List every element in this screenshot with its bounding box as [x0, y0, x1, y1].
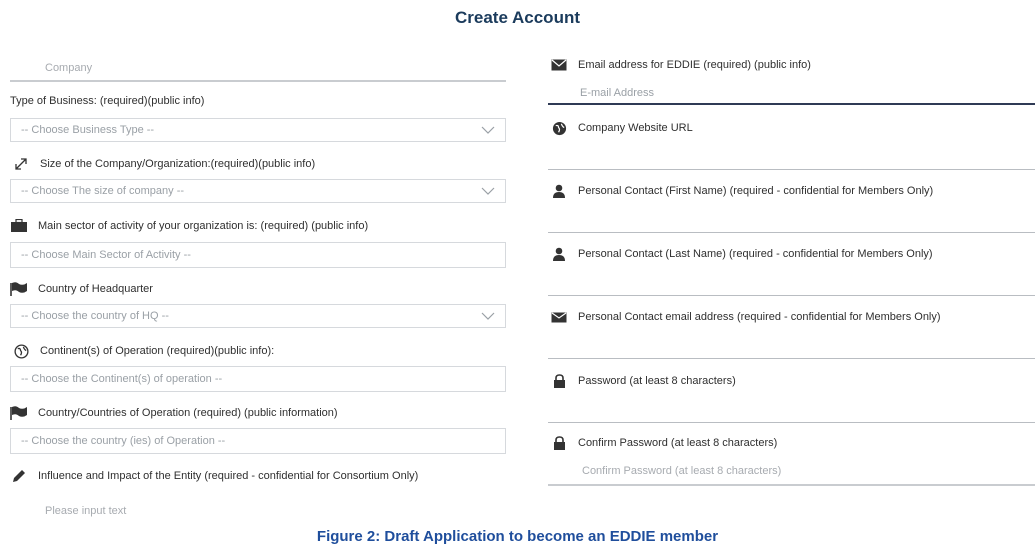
page-title: Create Account: [454, 8, 580, 27]
chevron-down-icon: [481, 187, 495, 195]
main-sector-select[interactable]: -- Choose Main Sector of Activity --: [10, 242, 506, 268]
website-label-text: Company Website URL: [578, 122, 693, 134]
influence-label: Influence and Impact of the Entity (requ…: [10, 468, 418, 484]
hq-country-placeholder: -- Choose the country of HQ --: [21, 310, 169, 322]
lock-icon: [550, 373, 568, 389]
continents-placeholder: -- Choose the Continent(s) of operation …: [21, 373, 223, 385]
hq-country-select[interactable]: -- Choose the country of HQ --: [10, 304, 506, 328]
op-countries-label-text: Country/Countries of Operation (required…: [38, 407, 338, 419]
envelope-icon: [550, 57, 568, 73]
contact-email-input[interactable]: [548, 358, 1035, 359]
flag-icon: [10, 281, 28, 297]
figure-caption: Figure 2: Draft Application to become an…: [316, 528, 719, 545]
main-sector-placeholder: -- Choose Main Sector of Activity --: [21, 249, 191, 261]
globe-icon: [550, 120, 568, 136]
website-input[interactable]: [548, 169, 1035, 170]
lock-icon: [550, 435, 568, 451]
email-input[interactable]: E-mail Address: [548, 82, 1035, 105]
user-icon: [550, 246, 568, 262]
company-size-label: Size of the Company/Organization:(requir…: [12, 156, 315, 172]
main-sector-label-text: Main sector of activity of your organiza…: [38, 220, 369, 232]
continents-label: Continent(s) of Operation (required)(pub…: [12, 343, 274, 359]
influence-label-text: Influence and Impact of the Entity (requ…: [38, 470, 419, 482]
company-size-label-text: Size of the Company/Organization:(requir…: [40, 158, 316, 170]
company-size-placeholder: -- Choose The size of company --: [21, 185, 185, 197]
continents-select[interactable]: -- Choose the Continent(s) of operation …: [10, 366, 506, 392]
flag-icon: [10, 405, 28, 421]
chevron-down-icon: [481, 312, 495, 320]
business-type-label: Type of Business: (required)(public info…: [10, 95, 204, 107]
pencil-icon: [10, 468, 28, 484]
main-sector-label: Main sector of activity of your organiza…: [10, 218, 368, 234]
first-name-input[interactable]: [548, 232, 1035, 233]
password-input[interactable]: [548, 422, 1035, 423]
website-label: Company Website URL: [550, 120, 693, 136]
last-name-label: Personal Contact (Last Name) (required -…: [550, 246, 933, 262]
confirm-password-label: Confirm Password (at least 8 characters): [550, 435, 777, 451]
confirm-password-label-text: Confirm Password (at least 8 characters): [578, 437, 778, 449]
op-countries-label: Country/Countries of Operation (required…: [10, 405, 338, 421]
op-countries-placeholder: -- Choose the country (ies) of Operation…: [21, 435, 226, 447]
first-name-label: Personal Contact (First Name) (required …: [550, 183, 933, 199]
globe-icon: [12, 343, 30, 359]
first-name-label-text: Personal Contact (First Name) (required …: [578, 185, 934, 197]
business-type-placeholder: -- Choose Business Type --: [21, 124, 155, 136]
user-icon: [550, 183, 568, 199]
password-label: Password (at least 8 characters): [550, 373, 736, 389]
influence-input[interactable]: Please input text: [10, 500, 506, 522]
confirm-password-placeholder: Confirm Password (at least 8 characters): [582, 465, 782, 477]
influence-placeholder: Please input text: [45, 505, 127, 517]
confirm-password-input[interactable]: Confirm Password (at least 8 characters): [548, 458, 1035, 486]
envelope-icon: [550, 309, 568, 325]
last-name-input[interactable]: [548, 295, 1035, 296]
email-label: Email address for EDDIE (required) (publ…: [550, 57, 811, 73]
briefcase-icon: [10, 218, 28, 234]
company-placeholder: Company: [45, 62, 93, 74]
hq-country-label: Country of Headquarter: [10, 281, 153, 297]
resize-arrow-icon: [12, 156, 30, 172]
business-type-select[interactable]: -- Choose Business Type --: [10, 118, 506, 142]
continents-label-text: Continent(s) of Operation (required)(pub…: [40, 345, 275, 357]
hq-country-label-text: Country of Headquarter: [38, 283, 153, 295]
email-label-text: Email address for EDDIE (required) (publ…: [578, 59, 811, 71]
contact-email-label-text: Personal Contact email address (required…: [578, 311, 941, 323]
last-name-label-text: Personal Contact (Last Name) (required -…: [578, 248, 933, 260]
password-label-text: Password (at least 8 characters): [578, 375, 736, 387]
company-input[interactable]: Company: [10, 56, 506, 82]
company-size-select[interactable]: -- Choose The size of company --: [10, 179, 506, 203]
op-countries-select[interactable]: -- Choose the country (ies) of Operation…: [10, 428, 506, 454]
email-placeholder: E-mail Address: [580, 86, 654, 99]
contact-email-label: Personal Contact email address (required…: [550, 309, 941, 325]
business-type-label-text: Type of Business: (required)(public info…: [10, 95, 205, 107]
chevron-down-icon: [481, 126, 495, 134]
